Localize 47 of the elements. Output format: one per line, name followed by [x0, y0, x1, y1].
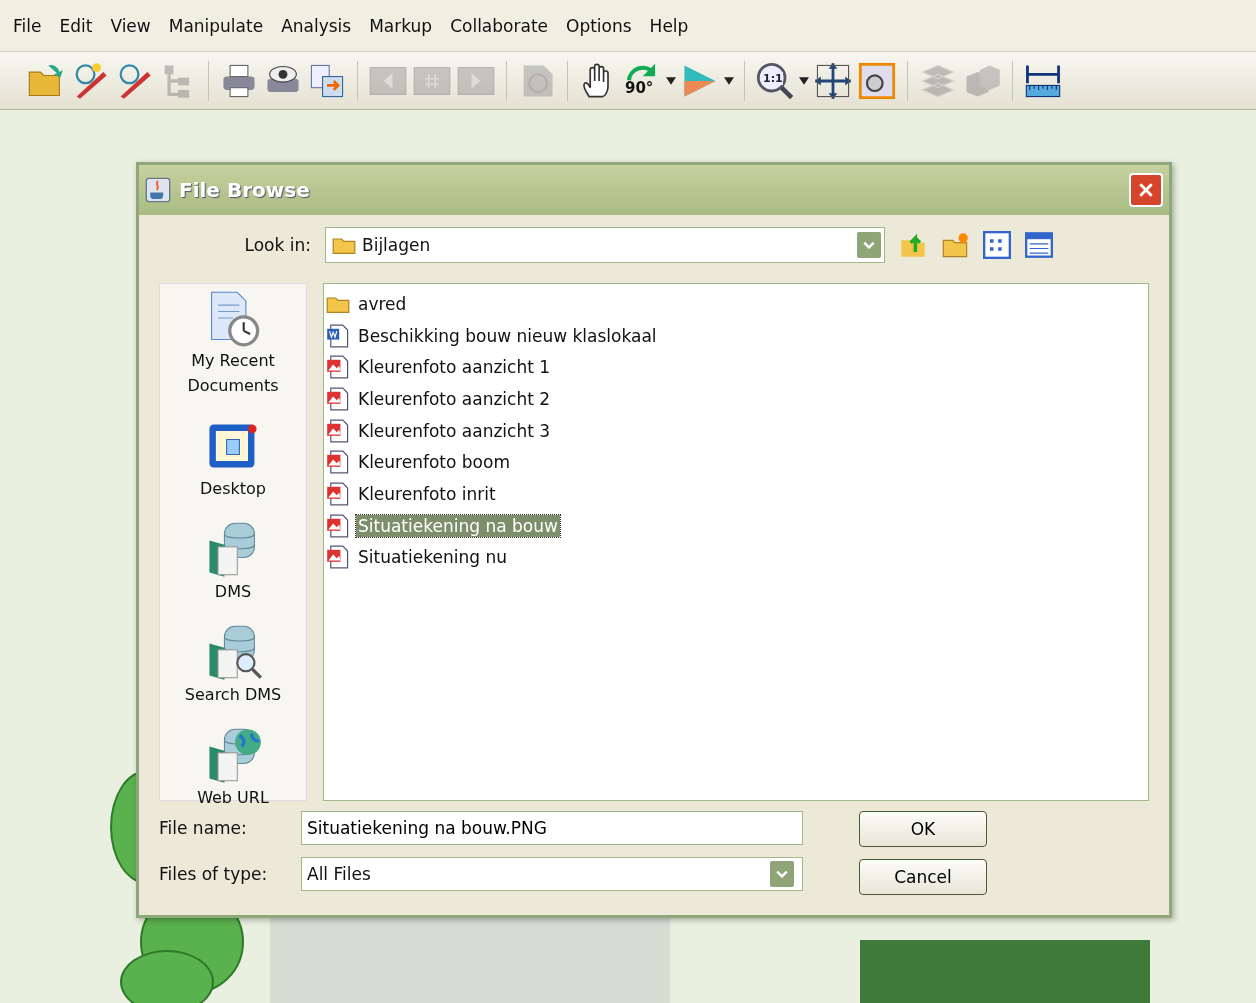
place-label[interactable]: Search DMS: [184, 682, 282, 707]
look-in-label: Look in:: [243, 235, 311, 255]
file-name-field[interactable]: Situatiekening na bouw.PNG: [301, 811, 803, 845]
list-entry[interactable]: Situatiekening nu: [356, 546, 509, 569]
file-name-label: File name:: [159, 818, 248, 838]
list-entry[interactable]: Kleurenfoto aanzicht 3: [356, 419, 553, 442]
list-entry[interactable]: Kleurenfoto aanzicht 1: [356, 356, 553, 379]
details-view-icon[interactable]: [1025, 231, 1053, 259]
menu-item[interactable]: View: [101, 15, 160, 36]
close-icon: [1138, 182, 1154, 198]
file-type-dropdown[interactable]: All Files: [301, 857, 803, 891]
list-entry[interactable]: Kleurenfoto boom: [356, 451, 512, 474]
zoom-button[interactable]: 1:1: [755, 60, 795, 101]
menu-item[interactable]: Edit: [50, 15, 102, 36]
look-in-dropdown[interactable]: Bijlagen: [325, 227, 885, 263]
menu-item[interactable]: Help: [640, 15, 698, 36]
menu-item[interactable]: Analysis: [272, 15, 361, 36]
caret-icon[interactable]: [724, 76, 734, 85]
list-entry[interactable]: Kleurenfoto aanzicht 2: [356, 387, 553, 410]
menu-item[interactable]: Collaborate: [441, 15, 557, 36]
up-folder-icon[interactable]: [899, 231, 927, 259]
place-label[interactable]: Desktop: [200, 476, 266, 501]
zoom-window-button[interactable]: [857, 60, 897, 101]
chevron-icon: [776, 870, 788, 878]
place-label[interactable]: My Recent Documents: [160, 348, 306, 398]
menu-item[interactable]: Manipulate: [159, 15, 273, 36]
menu-item[interactable]: File: [4, 15, 51, 36]
fit-button[interactable]: [813, 60, 853, 101]
chevron-icon: [863, 241, 875, 249]
ok-button[interactable]: OK: [859, 811, 987, 847]
place-label[interactable]: DMS: [214, 579, 252, 604]
caret-icon[interactable]: [799, 76, 809, 85]
list-view-icon[interactable]: [983, 231, 1011, 259]
cup-icon: [145, 177, 171, 203]
list-entry[interactable]: Kleurenfoto inrit: [356, 482, 498, 505]
rotate-button[interactable]: 90°: [622, 60, 662, 101]
list-entry[interactable]: Beschikking bouw nieuw klaslokaal: [356, 324, 659, 347]
caret-icon[interactable]: [666, 76, 676, 85]
dialog-title: File Browse: [179, 178, 311, 202]
menu-item[interactable]: Markup: [360, 15, 442, 36]
cancel-button[interactable]: Cancel: [859, 859, 987, 895]
close-button[interactable]: [1129, 173, 1163, 207]
place-label[interactable]: Web URL: [197, 785, 269, 810]
list-entry[interactable]: avred: [356, 292, 409, 315]
menu-item[interactable]: Options: [557, 15, 641, 36]
new-folder-icon[interactable]: [941, 231, 969, 259]
file-type-label: Files of type:: [159, 864, 269, 884]
